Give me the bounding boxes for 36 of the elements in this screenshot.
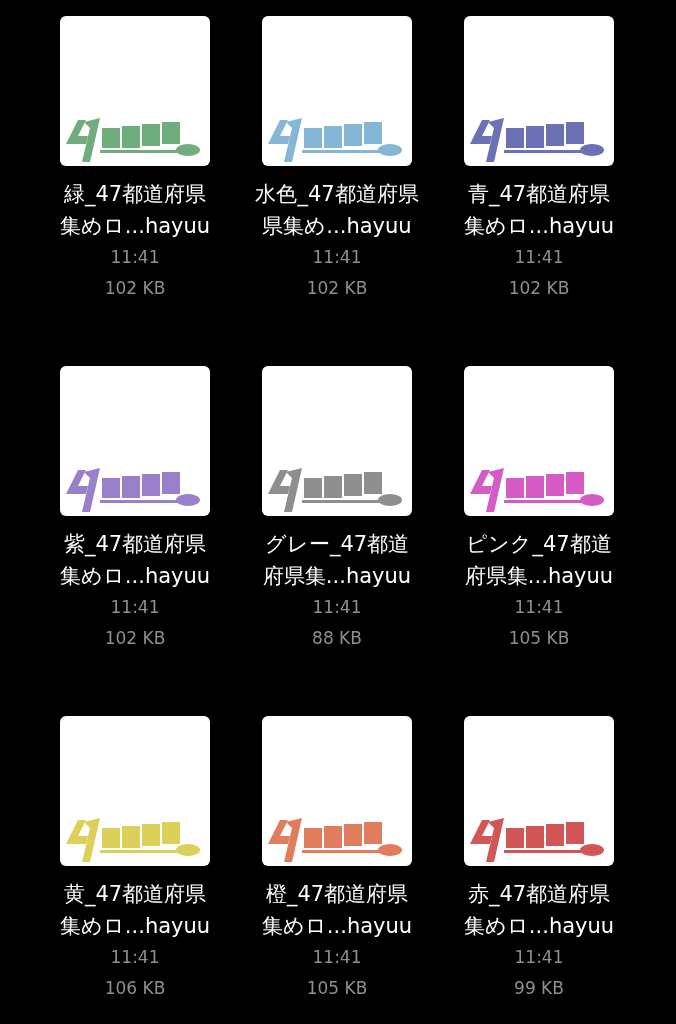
file-size: 106 KB	[104, 977, 166, 1000]
file-size: 105 KB	[306, 977, 368, 1000]
file-time: 11:41	[312, 596, 362, 619]
file-time: 11:41	[312, 246, 362, 269]
file-time: 11:41	[110, 246, 160, 269]
file-time: 11:41	[514, 946, 564, 969]
file-time: 11:41	[514, 596, 564, 619]
file-name: 青_47都道府県	[467, 181, 611, 209]
file-name: 緑_47都道府県	[63, 181, 207, 209]
file-name: 紫_47都道府県	[63, 531, 207, 559]
file-time: 11:41	[110, 946, 160, 969]
file-name: 集めロ...hayuu	[59, 913, 211, 940]
file-time: 11:41	[312, 946, 362, 969]
file-name: 集めロ...hayuu	[463, 213, 615, 240]
file-time: 11:41	[110, 596, 160, 619]
file-name: 府県集...hayuu	[262, 563, 412, 590]
file-name: 橙_47都道府県	[265, 881, 409, 909]
file-size: 102 KB	[104, 277, 166, 300]
file-name: 府県集...hayuu	[464, 563, 614, 590]
file-size: 105 KB	[508, 627, 570, 650]
file-size: 102 KB	[508, 277, 570, 300]
file-name: 黄_47都道府県	[63, 881, 207, 909]
file-size: 102 KB	[104, 627, 166, 650]
file-size: 102 KB	[306, 277, 368, 300]
file-size: 88 KB	[312, 627, 362, 650]
file-name: 集めロ...hayuu	[463, 913, 615, 940]
file-time: 11:41	[514, 246, 564, 269]
file-size: 99 KB	[514, 977, 564, 1000]
file-name: 赤_47都道府県	[467, 881, 611, 909]
file-name: 集めロ...hayuu	[261, 913, 413, 940]
file-name: 水色_47都道府県	[255, 181, 419, 209]
file-name: 集めロ...hayuu	[59, 563, 211, 590]
file-name: ピンク_47都道	[466, 531, 612, 559]
file-name: 県集め...hayuu	[262, 213, 412, 240]
file-name: グレー_47都道	[264, 531, 410, 559]
file-name: 集めロ...hayuu	[59, 213, 211, 240]
